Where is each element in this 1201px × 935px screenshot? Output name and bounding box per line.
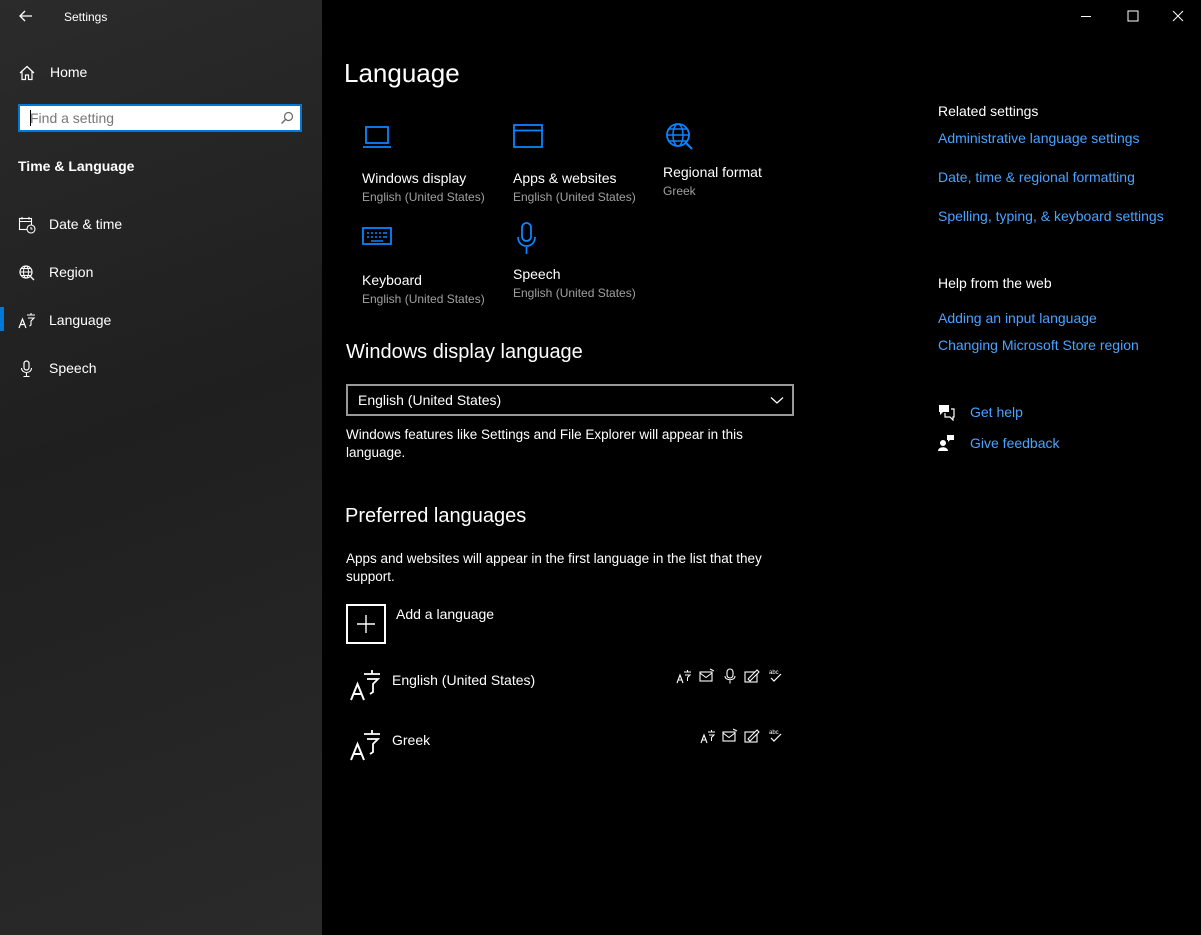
search-icon xyxy=(281,111,294,124)
sidebar: Settings Home Time & Language Date & tim… xyxy=(0,0,322,935)
sidebar-item-label: Speech xyxy=(49,360,97,376)
description-line: Apps and websites will appear in the fir… xyxy=(346,551,762,566)
plus-icon xyxy=(357,615,375,633)
home-icon xyxy=(19,65,35,81)
description-line: language. xyxy=(346,445,406,460)
tile-subtitle: English (United States) xyxy=(362,292,485,306)
tile-subtitle: English (United States) xyxy=(513,190,636,204)
tile-speech[interactable]: Speech English (United States) xyxy=(513,222,653,312)
give-feedback-link[interactable]: Give feedback xyxy=(970,435,1060,451)
display-language-dropdown[interactable]: English (United States) xyxy=(346,384,794,416)
language-item-greek[interactable]: Greek abc xyxy=(346,724,794,774)
preferred-languages-heading: Preferred languages xyxy=(345,505,527,527)
svg-text:abc: abc xyxy=(769,670,779,676)
display-language-icon xyxy=(676,670,692,684)
sidebar-item-region[interactable]: Region xyxy=(0,253,322,293)
tile-title: Regional format xyxy=(663,164,762,180)
microphone-icon xyxy=(20,360,33,378)
calendar-clock-icon xyxy=(18,217,36,234)
tile-title: Windows display xyxy=(362,170,467,186)
maximize-icon xyxy=(1127,10,1139,22)
keyboard-icon xyxy=(362,227,392,245)
description-line: Windows features like Settings and File … xyxy=(346,427,743,442)
spellcheck-icon: abc xyxy=(769,730,782,742)
window-icon xyxy=(513,124,543,148)
sidebar-item-date-time[interactable]: Date & time xyxy=(0,205,322,245)
globe-icon xyxy=(19,265,35,281)
give-feedback-icon xyxy=(938,435,954,451)
link-date-time-regional-formatting[interactable]: Date, time & regional formatting xyxy=(938,169,1135,185)
chevron-down-icon xyxy=(770,397,784,404)
tile-title: Speech xyxy=(513,266,561,282)
language-glyph-icon xyxy=(350,730,381,761)
display-language-icon xyxy=(700,730,716,744)
page-title: Language xyxy=(344,58,460,88)
sidebar-item-label: Language xyxy=(49,312,112,328)
language-glyph-icon xyxy=(350,670,381,701)
tile-apps-websites[interactable]: Apps & websites English (United States) xyxy=(513,124,653,214)
sidebar-item-language[interactable]: Language xyxy=(0,301,322,341)
microphone-icon xyxy=(517,222,536,254)
globe-icon xyxy=(666,123,693,150)
language-icon xyxy=(18,313,36,329)
sidebar-item-home[interactable]: Home xyxy=(0,53,322,93)
dropdown-value: English (United States) xyxy=(358,392,502,408)
sidebar-item-label: Home xyxy=(50,64,88,80)
add-language-label[interactable]: Add a language xyxy=(396,606,494,622)
section-title: Time & Language xyxy=(18,158,135,174)
help-heading: Help from the web xyxy=(938,275,1052,291)
text-to-speech-icon xyxy=(722,728,738,742)
tile-subtitle: English (United States) xyxy=(513,286,636,300)
text-to-speech-icon xyxy=(699,668,715,682)
handwriting-icon xyxy=(744,669,760,683)
link-adding-input-language[interactable]: Adding an input language xyxy=(938,310,1097,326)
description-line: support. xyxy=(346,569,395,584)
window-title: Settings xyxy=(64,10,108,24)
laptop-icon xyxy=(363,126,391,148)
minimize-button[interactable] xyxy=(1063,0,1109,32)
tile-subtitle: Greek xyxy=(663,184,696,198)
display-language-description: Windows features like Settings and File … xyxy=(346,426,743,462)
language-name: English (United States) xyxy=(392,672,536,688)
tile-windows-display[interactable]: Windows display English (United States) xyxy=(362,124,502,214)
back-arrow-icon xyxy=(19,10,32,22)
language-name: Greek xyxy=(392,732,431,748)
speech-recognition-icon xyxy=(724,668,736,684)
language-item-english[interactable]: English (United States) abc xyxy=(346,664,794,714)
tile-keyboard[interactable]: Keyboard English (United States) xyxy=(362,226,502,316)
sidebar-item-label: Date & time xyxy=(49,216,123,232)
tile-regional-format[interactable]: Regional format Greek xyxy=(663,120,803,210)
related-settings-heading: Related settings xyxy=(938,103,1039,119)
get-help-icon xyxy=(939,405,955,421)
svg-text:abc: abc xyxy=(769,730,779,736)
maximize-button[interactable] xyxy=(1109,0,1155,32)
preferred-languages-description: Apps and websites will appear in the fir… xyxy=(346,550,762,586)
link-changing-store-region[interactable]: Changing Microsoft Store region xyxy=(938,337,1139,353)
close-icon xyxy=(1172,10,1184,22)
sidebar-item-label: Region xyxy=(49,264,94,280)
get-help-link[interactable]: Get help xyxy=(970,404,1023,420)
minimize-icon xyxy=(1081,16,1091,17)
link-administrative-language-settings[interactable]: Administrative language settings xyxy=(938,130,1140,146)
back-button[interactable] xyxy=(14,6,38,26)
spellcheck-icon: abc xyxy=(769,670,782,682)
link-spelling-typing-keyboard-settings[interactable]: Spelling, typing, & keyboard settings xyxy=(938,208,1164,224)
handwriting-icon xyxy=(744,729,760,743)
text-caret xyxy=(30,110,31,126)
display-language-heading: Windows display language xyxy=(346,341,583,363)
tile-title: Keyboard xyxy=(362,272,422,288)
sidebar-item-speech[interactable]: Speech xyxy=(0,349,322,389)
add-language-button[interactable] xyxy=(346,604,386,644)
tile-subtitle: English (United States) xyxy=(362,190,485,204)
search-input[interactable] xyxy=(20,106,275,130)
close-button[interactable] xyxy=(1155,0,1201,32)
search-field[interactable] xyxy=(18,104,302,132)
tile-title: Apps & websites xyxy=(513,170,617,186)
